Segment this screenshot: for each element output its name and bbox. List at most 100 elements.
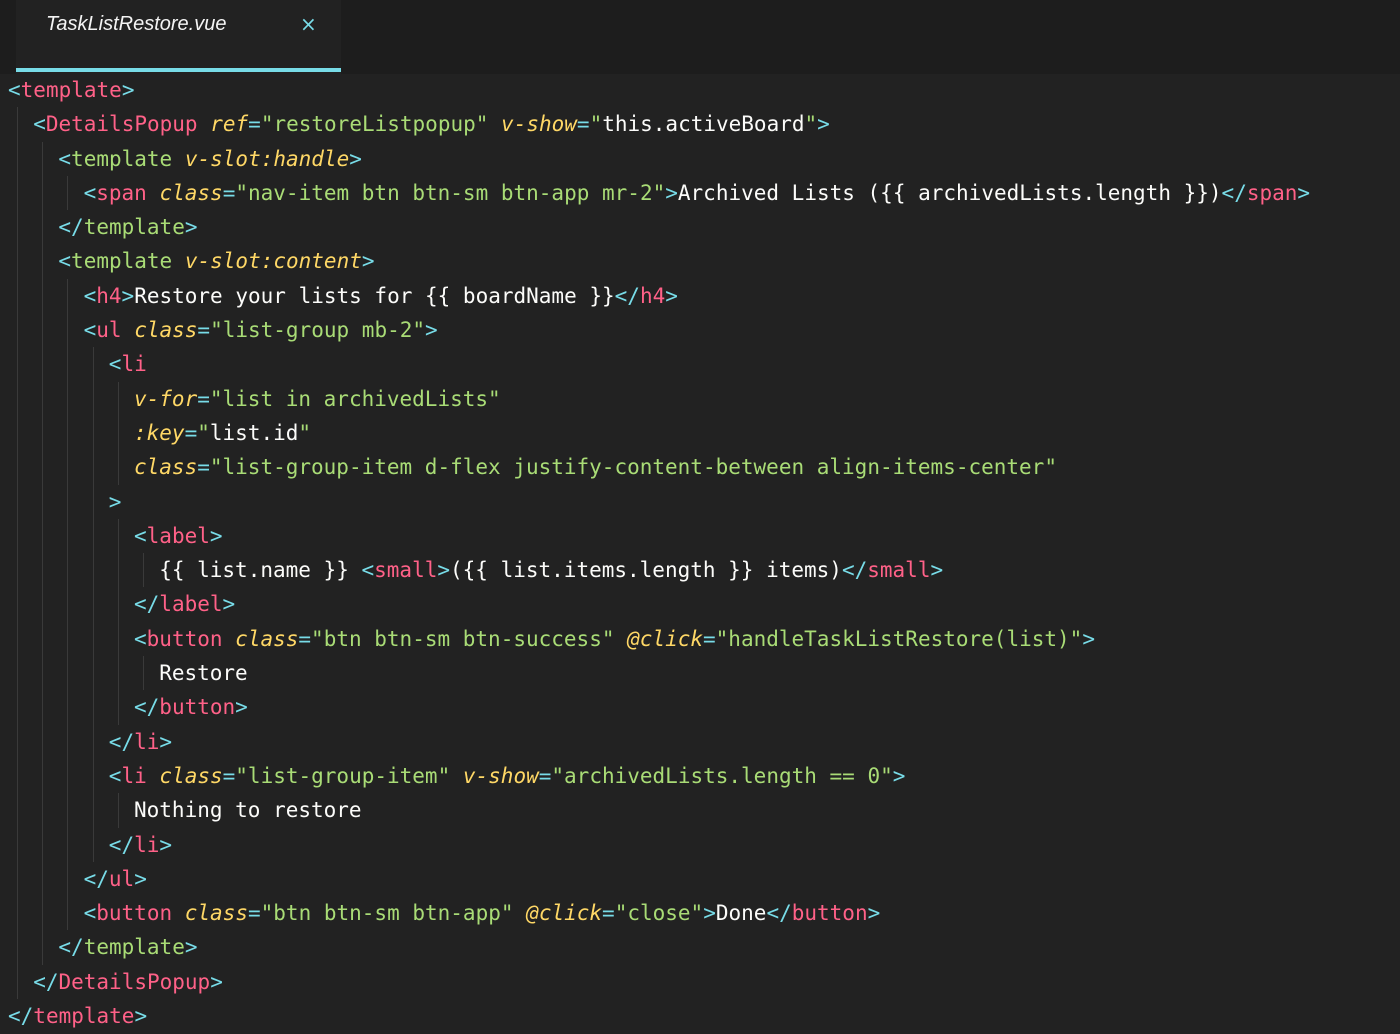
code-line[interactable]: </template> bbox=[0, 930, 1400, 965]
code-line[interactable]: <template v-slot:handle> bbox=[0, 141, 1400, 176]
indent-guide bbox=[17, 244, 18, 279]
indent-guide bbox=[92, 553, 94, 588]
code-text: <button class="btn btn-sm btn-success" @… bbox=[134, 622, 1095, 656]
code-token: span bbox=[96, 180, 147, 205]
code-token: {{ list.name }} bbox=[159, 558, 362, 583]
code-token: v-for bbox=[134, 386, 198, 411]
code-token: span bbox=[1246, 180, 1298, 205]
indent-guide bbox=[67, 553, 69, 588]
code-line[interactable]: {{ list.name }} <small>({{ list.items.le… bbox=[0, 553, 1400, 588]
indent-guide bbox=[67, 518, 69, 554]
code-text: <template v-slot:handle> bbox=[58, 142, 362, 176]
code-token: " bbox=[804, 112, 818, 137]
indent-guide bbox=[42, 621, 44, 657]
indent-guide bbox=[92, 415, 94, 451]
code-line[interactable]: <template> bbox=[0, 73, 1400, 107]
code-token: class bbox=[235, 626, 299, 651]
indent-guide bbox=[17, 964, 18, 1000]
indent-guide bbox=[117, 621, 119, 657]
indent-guide bbox=[67, 827, 69, 862]
indent-guide bbox=[17, 107, 18, 142]
indent-guide bbox=[17, 656, 18, 691]
code-text: <template v-slot:content> bbox=[58, 244, 374, 278]
code-token: = bbox=[576, 112, 590, 137]
code-line[interactable]: <span class="nav-item btn btn-sm btn-app… bbox=[0, 175, 1400, 211]
code-token: </ bbox=[58, 935, 84, 960]
indent-guide bbox=[42, 210, 44, 245]
code-line[interactable]: :key="list.id" bbox=[0, 415, 1400, 451]
code-text: {{ list.name }} <small>({{ list.items.le… bbox=[159, 553, 943, 587]
tab-title[interactable]: TaskListRestore.vue bbox=[46, 12, 226, 36]
code-line[interactable]: <label> bbox=[0, 518, 1400, 554]
code-token: "close" bbox=[614, 901, 704, 926]
code-token: < bbox=[361, 558, 375, 583]
editor-tab[interactable]: TaskListRestore.vue × bbox=[16, 0, 341, 74]
code-line[interactable]: <h4>Restore your lists for {{ boardName … bbox=[0, 278, 1400, 314]
code-line[interactable]: <DetailsPopup ref="restoreListpopup" v-s… bbox=[0, 107, 1400, 142]
code-text: v-for="list in archivedLists" bbox=[134, 382, 501, 416]
code-line[interactable]: <li class="list-group-item" v-show="arch… bbox=[0, 758, 1400, 794]
code-line[interactable]: </ul> bbox=[0, 861, 1400, 897]
code-line[interactable]: </li> bbox=[0, 827, 1400, 862]
code-text: class="list-group-item d-flex justify-co… bbox=[134, 450, 1057, 484]
indent-guide bbox=[42, 415, 44, 451]
code-line[interactable]: </DetailsPopup> bbox=[0, 964, 1400, 1000]
code-line[interactable]: Restore bbox=[0, 656, 1400, 691]
code-line[interactable]: <button class="btn btn-sm btn-success" @… bbox=[0, 621, 1400, 657]
code-token: small bbox=[374, 558, 438, 583]
indent-guide bbox=[42, 381, 44, 416]
code-line[interactable]: </button> bbox=[0, 690, 1400, 725]
code-token: "list-group-item d-flex justify-content-… bbox=[209, 455, 1057, 480]
code-text: <span class="nav-item btn btn-sm btn-app… bbox=[84, 176, 1310, 210]
indent-guide bbox=[117, 518, 119, 554]
code-line[interactable]: </template> bbox=[0, 210, 1400, 245]
indent-guide bbox=[67, 793, 69, 828]
code-token: </ bbox=[33, 969, 59, 994]
code-token: button bbox=[159, 695, 236, 720]
code-line[interactable]: <li bbox=[0, 347, 1400, 382]
code-line[interactable]: class="list-group-item d-flex justify-co… bbox=[0, 450, 1400, 485]
code-token: = bbox=[602, 901, 615, 926]
code-token: ({{ list.items.length }} items) bbox=[450, 558, 842, 583]
code-token: li bbox=[134, 832, 160, 857]
code-token: </ bbox=[108, 832, 135, 857]
indent-guide bbox=[67, 656, 69, 691]
code-line[interactable]: <ul class="list-group mb-2"> bbox=[0, 313, 1400, 348]
code-token: "btn btn-sm btn-app" bbox=[260, 901, 514, 926]
indent-guide bbox=[17, 518, 18, 554]
code-token: > bbox=[892, 763, 906, 788]
code-text: </li> bbox=[109, 828, 172, 862]
indent-guide bbox=[17, 484, 18, 519]
code-token: < bbox=[134, 626, 147, 651]
indent-guide bbox=[42, 724, 44, 759]
code-line[interactable]: </template> bbox=[0, 999, 1400, 1033]
code-line[interactable]: Nothing to restore bbox=[0, 793, 1400, 828]
indent-guide bbox=[42, 518, 44, 554]
code-token: < bbox=[134, 523, 147, 548]
code-line[interactable]: v-for="list in archivedLists" bbox=[0, 381, 1400, 416]
close-icon[interactable]: × bbox=[300, 12, 317, 36]
code-token: = bbox=[538, 763, 552, 788]
code-token: > bbox=[349, 146, 362, 171]
code-token: button bbox=[791, 901, 868, 926]
code-line[interactable]: <button class="btn btn-sm btn-app" @clic… bbox=[0, 896, 1400, 931]
code-line[interactable]: <template v-slot:content> bbox=[0, 244, 1400, 279]
code-token: @click bbox=[526, 901, 603, 926]
code-token: "handleTaskListRestore(list)" bbox=[715, 626, 1083, 651]
code-line[interactable]: </label> bbox=[0, 587, 1400, 622]
code-token: = bbox=[222, 763, 236, 788]
code-line[interactable]: </li> bbox=[0, 724, 1400, 759]
code-line[interactable]: > bbox=[0, 484, 1400, 519]
code-token: > bbox=[108, 489, 122, 514]
indent-guide bbox=[117, 553, 119, 588]
code-editor[interactable]: <template> <DetailsPopup ref="restoreList… bbox=[0, 73, 1400, 1034]
code-token: template bbox=[83, 215, 185, 240]
indent-guide bbox=[92, 621, 94, 657]
indent-guide bbox=[42, 484, 44, 519]
indent-guide bbox=[92, 758, 94, 794]
code-token: "archivedLists.length == 0" bbox=[551, 763, 893, 788]
